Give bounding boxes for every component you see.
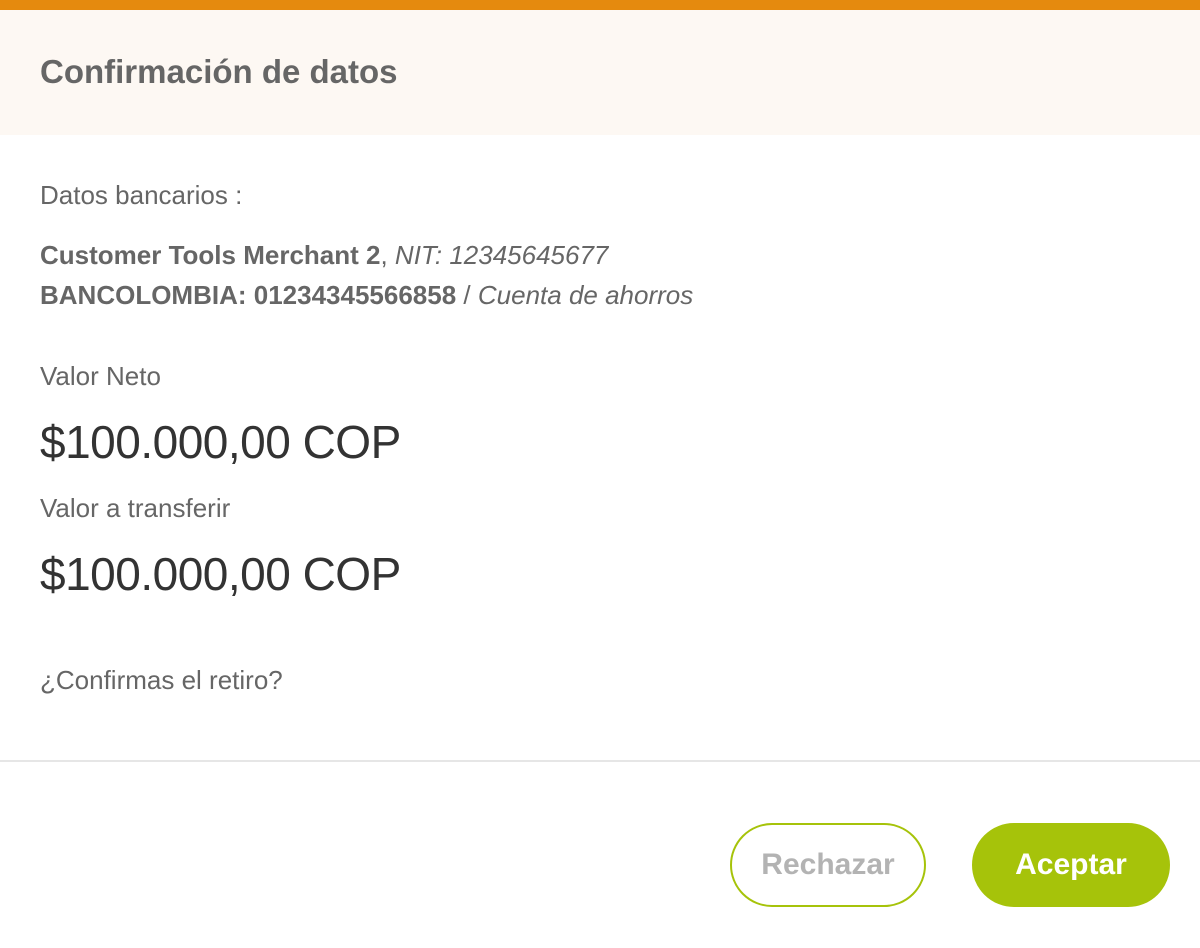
- footer-divider: [0, 760, 1200, 762]
- merchant-separator: ,: [380, 240, 395, 270]
- merchant-name: Customer Tools Merchant 2: [40, 240, 381, 270]
- bank-account: BANCOLOMBIA: 01234345566858: [40, 280, 457, 310]
- account-type: Cuenta de ahorros: [477, 280, 694, 310]
- confirmation-dialog: Confirmación de datos Datos bancarios : …: [0, 0, 1200, 948]
- top-accent-bar: [0, 0, 1200, 10]
- confirm-question: ¿Confirmas el retiro?: [40, 665, 283, 695]
- transfer-value-label: Valor a transferir: [40, 493, 231, 523]
- bank-section-label: Datos bancarios :: [40, 180, 243, 210]
- account-separator: /: [456, 280, 478, 310]
- merchant-nit: NIT: 12345645677: [394, 240, 609, 270]
- dialog-title: Confirmación de datos: [40, 53, 398, 90]
- bank-account-line: BANCOLOMBIA: 01234345566858 / Cuenta de …: [40, 279, 693, 311]
- merchant-line: Customer Tools Merchant 2, NIT: 12345645…: [40, 239, 608, 271]
- net-value-amount: $100.000,00 COP: [40, 416, 401, 468]
- dialog-header: Confirmación de datos: [0, 10, 1200, 135]
- accept-button[interactable]: Aceptar: [972, 823, 1170, 907]
- transfer-value-amount: $100.000,00 COP: [40, 548, 401, 600]
- reject-button[interactable]: Rechazar: [730, 823, 926, 907]
- net-value-label: Valor Neto: [40, 361, 161, 391]
